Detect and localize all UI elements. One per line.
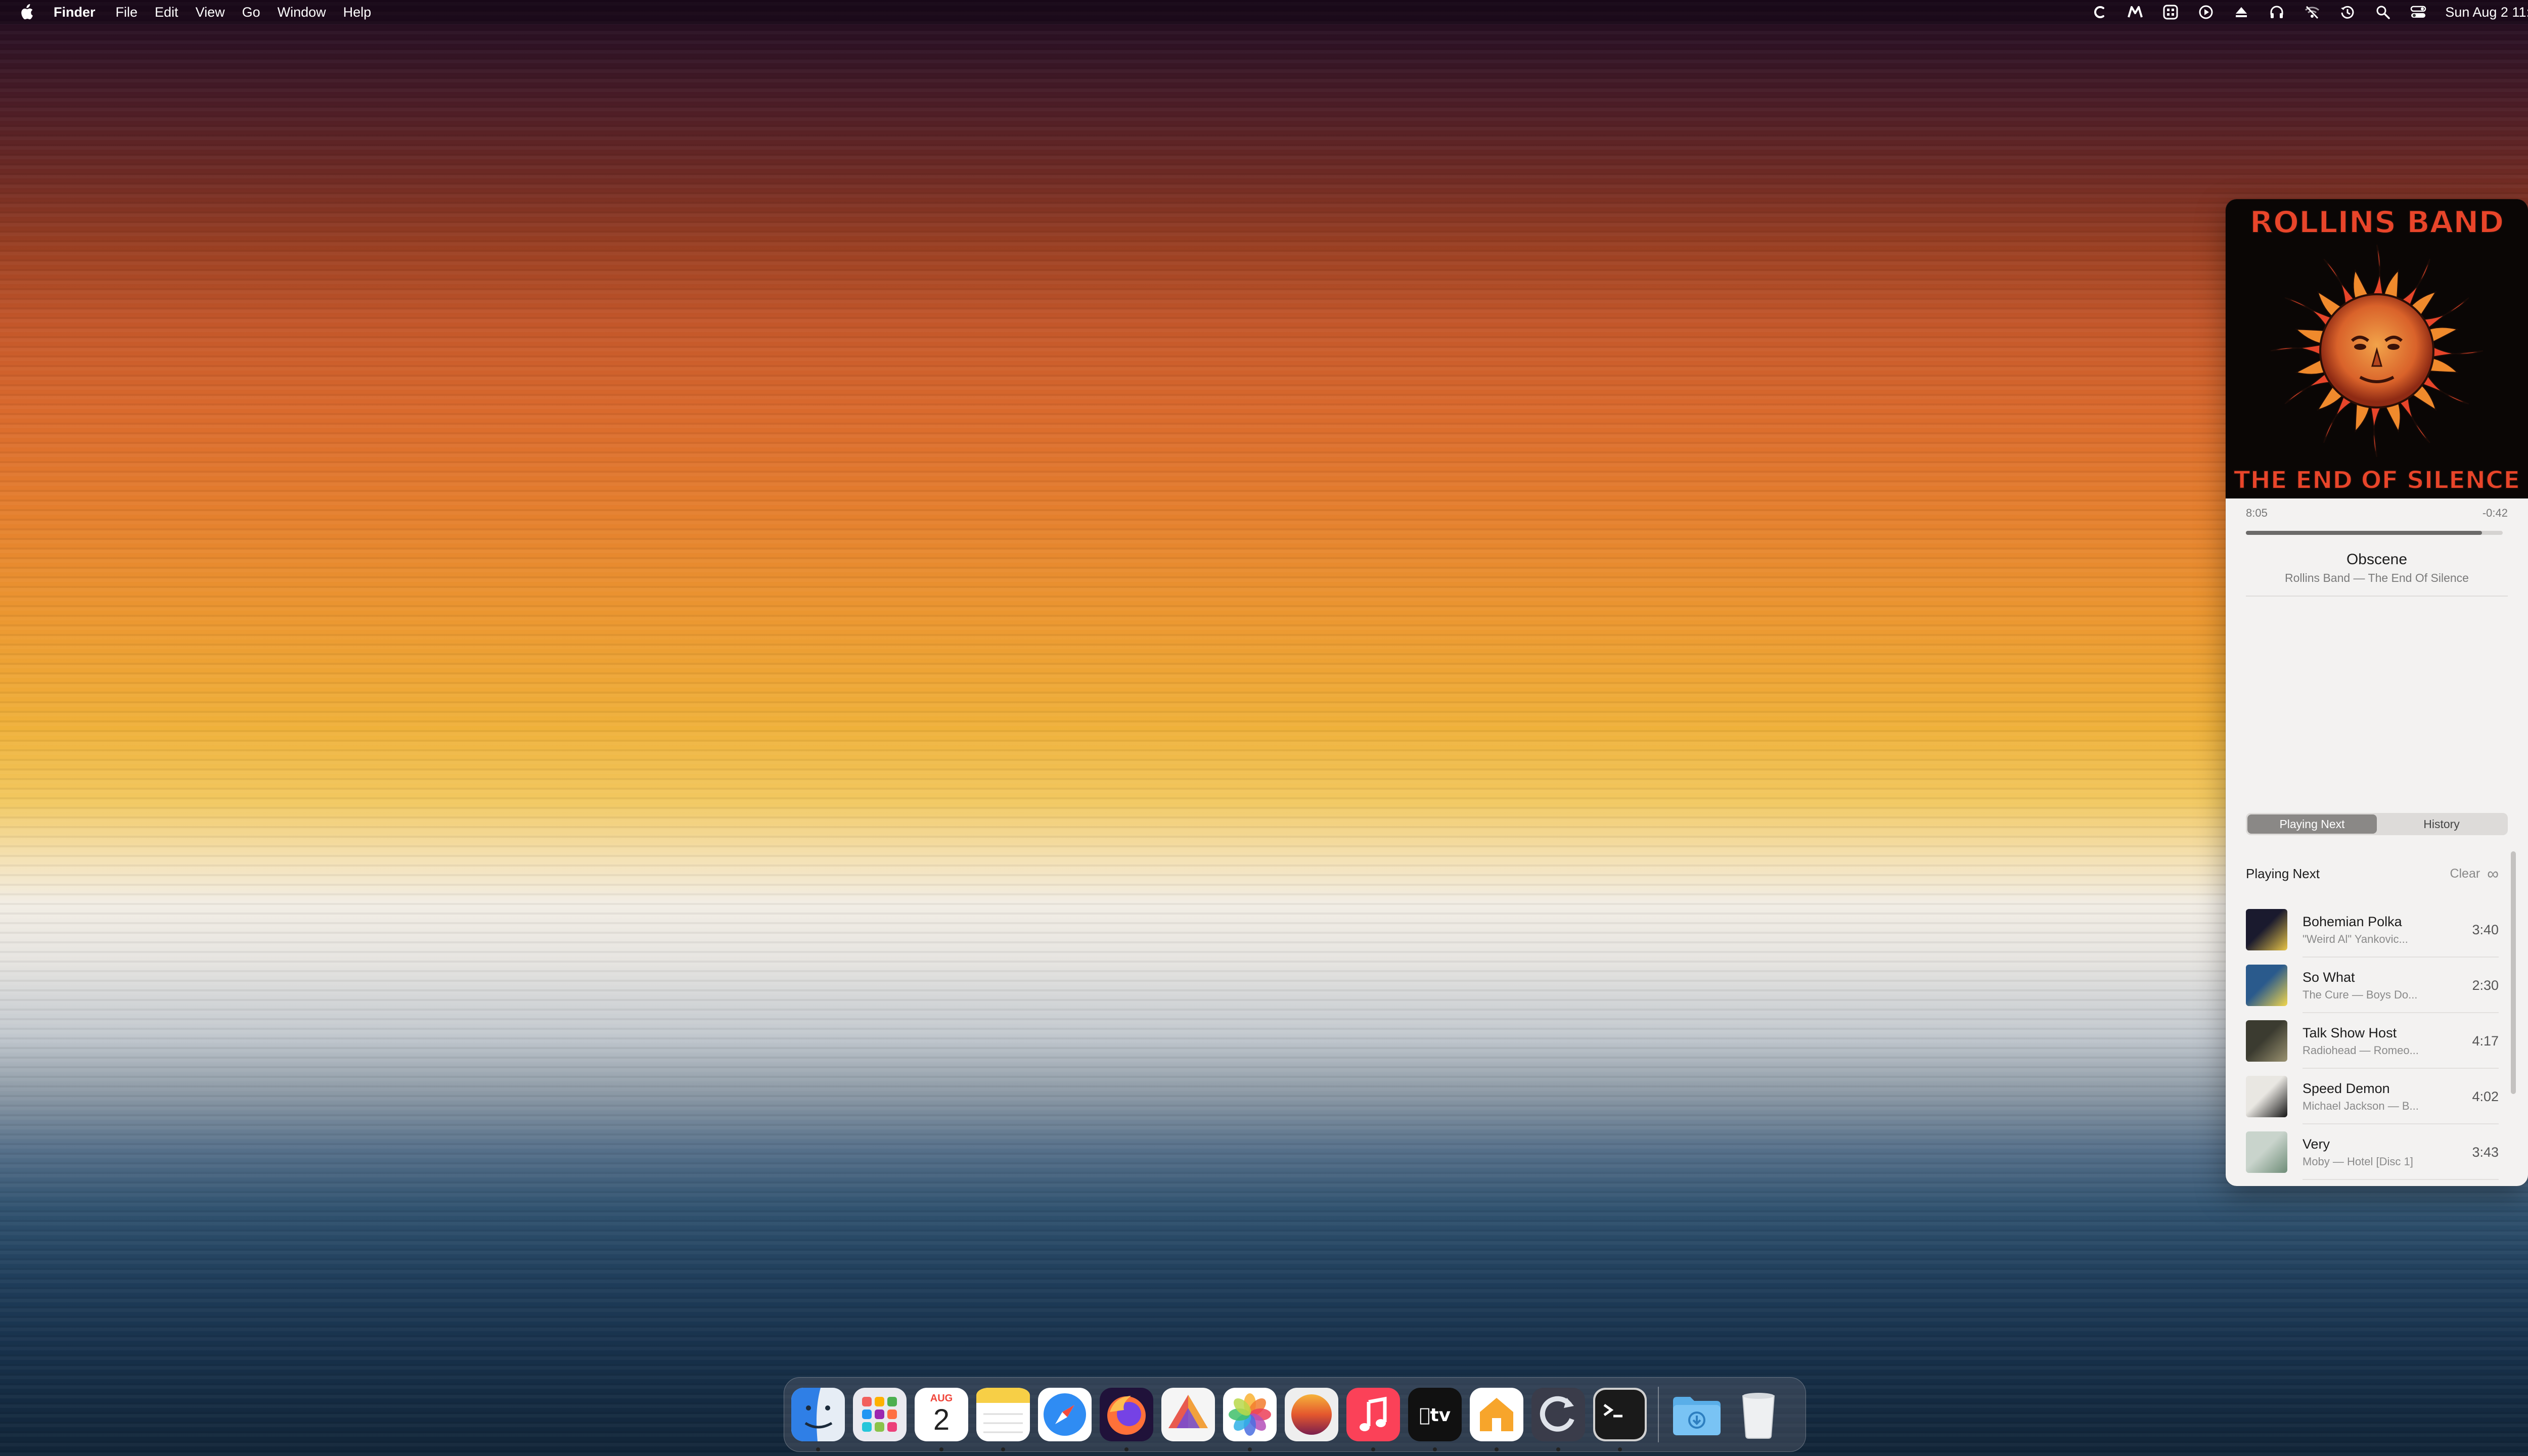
queue-row-title: Bohemian Polka (2303, 914, 2402, 929)
queue-row[interactable]: Speed Demon Michael Jackson — B... 4:02 (2246, 1069, 2499, 1124)
notes-icon[interactable] (976, 1388, 1030, 1451)
artwork-album-name: THE END OF SILENCE (2234, 466, 2520, 494)
grid-app-icon[interactable] (2161, 0, 2180, 24)
m-app-icon[interactable] (2126, 0, 2145, 24)
tab-playing-next[interactable]: Playing Next (2247, 814, 2377, 834)
running-indicator (1124, 1447, 1128, 1451)
queue-scrollbar[interactable] (2511, 851, 2516, 1094)
artwork-band-name: ROLLINS BAND (2250, 205, 2504, 240)
playback-progress-fill (2246, 531, 2482, 535)
running-indicator (1556, 1447, 1560, 1451)
queue-row-artwork (2246, 1020, 2287, 1062)
running-indicator (816, 1447, 820, 1451)
queue-row-title: Very (2303, 1136, 2330, 1152)
queue-row-duration: 4:02 (2472, 1088, 2499, 1104)
firefox-icon[interactable] (1100, 1388, 1153, 1451)
home-icon[interactable] (1470, 1388, 1523, 1451)
menu-app-name[interactable]: Finder (54, 5, 96, 20)
queue-row-subtitle: Michael Jackson — B... (2303, 1099, 2419, 1112)
dock-separator (1658, 1387, 1659, 1442)
elapsed-time: 8:05 (2246, 507, 2268, 519)
running-indicator (1001, 1447, 1005, 1451)
dock: AUG2 tv (784, 1377, 1806, 1452)
apple-tv-icon[interactable]: tv (1408, 1388, 1462, 1451)
queue-row-subtitle: Radiohead — Romeo... (2303, 1043, 2419, 1057)
menu-edit[interactable]: Edit (155, 5, 178, 20)
running-indicator (1495, 1447, 1499, 1451)
headphones-icon[interactable] (2267, 0, 2286, 24)
queue-row-title: Talk Show Host (2303, 1025, 2397, 1040)
queue-row-duration: 3:40 (2472, 922, 2499, 937)
calendar-icon[interactable]: AUG 2 (915, 1388, 968, 1451)
queue-row[interactable]: Feeling So RealMoby — Everything I...3:2… (2246, 1180, 2499, 1186)
queue-row[interactable]: Talk Show Host Radiohead — Romeo... 4:17 (2246, 1013, 2499, 1069)
launchpad-icon[interactable] (853, 1388, 907, 1441)
finder-icon[interactable] (791, 1388, 845, 1451)
running-indicator (1371, 1447, 1375, 1451)
queue-row[interactable]: So What The Cure — Boys Do... 2:30 (2246, 958, 2499, 1013)
terminal-icon[interactable] (1593, 1388, 1647, 1451)
queue-row-subtitle: The Cure — Boys Do... (2303, 988, 2418, 1001)
album-artwork: ROLLINS BAND THE END OF SILENCE (2226, 199, 2528, 498)
eject-icon[interactable] (2232, 0, 2251, 24)
calendar-day: 2 (933, 1403, 950, 1436)
safari-icon[interactable] (1038, 1388, 1092, 1441)
queue-row[interactable]: Very Moby — Hotel [Disc 1] 3:43 (2246, 1124, 2499, 1180)
track-title: Obscene (2346, 551, 2408, 568)
search-icon[interactable] (2373, 0, 2392, 24)
queue-row-artwork (2246, 909, 2287, 950)
apple-menu-icon[interactable] (19, 4, 34, 21)
clear-queue-button[interactable]: Clear (2450, 867, 2480, 881)
svg-text:tv: tv (1419, 1405, 1451, 1426)
queue-row-duration: 2:30 (2472, 977, 2499, 993)
queue-row-duration: 3:43 (2472, 1144, 2499, 1160)
remaining-time: -0:42 (2482, 507, 2508, 519)
photos-icon[interactable] (1223, 1388, 1277, 1451)
queue-row-artwork (2246, 1131, 2287, 1173)
queue-row-subtitle: Moby — Hotel [Disc 1] (2303, 1155, 2413, 1168)
menu-go[interactable]: Go (242, 5, 260, 20)
queue-row-artwork (2246, 1076, 2287, 1117)
sync-app-icon[interactable] (1531, 1388, 1585, 1451)
running-indicator (1433, 1447, 1437, 1451)
queue-row-duration: 4:17 (2472, 1033, 2499, 1049)
menu-view[interactable]: View (196, 5, 225, 20)
sphere-app-icon[interactable] (1285, 1388, 1338, 1441)
menu-bar: Finder File Edit View Go Window Help Sun… (0, 0, 2528, 24)
control-center-icon[interactable] (2409, 0, 2428, 24)
queue-row-title: Speed Demon (2303, 1080, 2390, 1096)
pixelmator-icon[interactable] (1161, 1388, 1215, 1441)
downloads-folder-icon[interactable] (1670, 1388, 1724, 1441)
time-machine-icon[interactable] (2338, 0, 2357, 24)
music-icon[interactable] (1346, 1388, 1400, 1451)
now-playing-popover: ROLLINS BAND THE END OF SILENCE 8:05 -0:… (2226, 199, 2528, 1186)
queue-tabs: Playing Next History (2246, 813, 2508, 835)
menubar-clock[interactable]: Sun Aug 2 11:02 PM (2445, 5, 2528, 20)
tab-history[interactable]: History (2377, 814, 2506, 834)
infinity-icon[interactable]: ∞ (2487, 866, 2499, 882)
queue-row-artwork (2246, 965, 2287, 1006)
divider (2246, 596, 2508, 597)
c-app-icon[interactable] (2090, 0, 2109, 24)
trash-icon[interactable] (1732, 1388, 1785, 1441)
queue-row[interactable]: Bohemian Polka "Weird Al" Yankovic... 3:40 (2246, 902, 2499, 958)
running-indicator (1248, 1447, 1252, 1451)
menu-help[interactable]: Help (343, 5, 372, 20)
queue-row-title: So What (2303, 969, 2355, 985)
queue-row-subtitle: "Weird Al" Yankovic... (2303, 932, 2408, 945)
play-circle-icon[interactable] (2196, 0, 2216, 24)
menu-file[interactable]: File (116, 5, 138, 20)
running-indicator (939, 1447, 943, 1451)
running-indicator (1618, 1447, 1622, 1451)
menu-window[interactable]: Window (278, 5, 326, 20)
track-artist-album: Rollins Band — The End Of Silence (2285, 571, 2469, 584)
wifi-off-icon[interactable] (2303, 0, 2322, 24)
playback-scrubber[interactable] (2246, 531, 2503, 535)
queue-heading: Playing Next (2246, 866, 2320, 881)
queue-scrollbar-thumb[interactable] (2511, 851, 2516, 1094)
queue-list: Bohemian Polka "Weird Al" Yankovic... 3:40… (2246, 902, 2499, 1186)
